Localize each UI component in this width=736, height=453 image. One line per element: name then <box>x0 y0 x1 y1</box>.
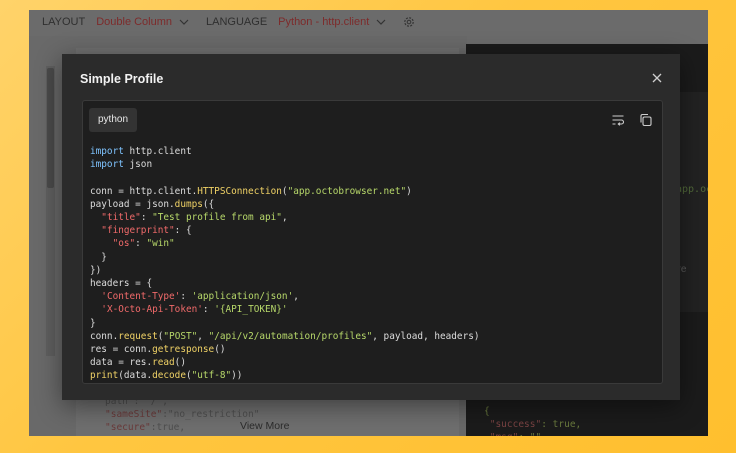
code-token: decode <box>152 370 186 382</box>
layout-label: LAYOUT <box>42 16 86 28</box>
code-token: () <box>214 344 226 356</box>
chevron-down-icon[interactable] <box>375 17 387 27</box>
wrap-lines-icon[interactable] <box>611 113 625 127</box>
code-token: conn. <box>90 330 119 342</box>
code-token: "POST" <box>163 330 198 342</box>
code-token: http.client <box>123 146 192 157</box>
code-token: HTTPSConnection <box>197 185 282 197</box>
code-line: } <box>90 251 480 264</box>
code-block[interactable]: import http.client import json conn = htt… <box>90 145 480 383</box>
code-token: "win" <box>146 238 175 250</box>
language-label: LANGUAGE <box>206 16 268 28</box>
code-token: request <box>118 330 158 342</box>
code-token: : <box>202 304 215 316</box>
code-card: python import http.client import json con… <box>82 100 663 384</box>
close-icon[interactable] <box>650 71 664 85</box>
gear-icon[interactable] <box>403 16 415 28</box>
code-token: json <box>123 159 153 171</box>
code-line: { <box>484 406 490 417</box>
code-line: "success": true, <box>489 419 582 430</box>
code-line: 'X-Octo-Api-Token': '{API_TOKEN}' <box>90 303 480 316</box>
code-token: read <box>152 357 175 369</box>
view-more-button[interactable]: View More <box>240 420 289 432</box>
language-select[interactable]: Python - http.client <box>278 16 369 28</box>
code-line: }) <box>90 264 480 277</box>
code-token: ) <box>406 185 412 197</box>
code-token: : <box>140 212 153 224</box>
code-token: import <box>90 146 124 157</box>
code-token: "app.octobrowser.net" <box>287 185 407 197</box>
code-line: "msg": "", <box>484 431 581 436</box>
code-token: getresponse <box>152 344 215 356</box>
code-line: res = conn.getresponse() <box>90 343 480 356</box>
code-token: "os" <box>112 238 136 250</box>
code-line: conn = http.client.HTTPSConnection("app.… <box>90 185 480 198</box>
code-token: } <box>90 317 96 329</box>
copy-icon[interactable] <box>639 113 653 127</box>
code-token: conn = http.client. <box>90 185 198 197</box>
code-token: : <box>135 238 147 250</box>
code-line: data = res.read() <box>90 356 480 369</box>
code-line: "fingerprint": { <box>90 224 480 237</box>
code-token: "title" <box>101 212 141 224</box>
code-line: "title": "Test profile from api", <box>90 211 480 224</box>
code-token: "/api/v2/automation/profiles" <box>208 330 373 342</box>
code-line: "os": "win" <box>90 237 480 250</box>
code-token: ({ <box>202 198 215 210</box>
code-line: 'Content-Type': 'application/json', <box>90 290 480 303</box>
code-token: () <box>174 357 186 369</box>
code-token: "fingerprint" <box>101 225 175 237</box>
code-token: (data. <box>118 370 153 382</box>
code-token: )) <box>231 370 243 382</box>
code-token: , payload, headers) <box>372 330 480 342</box>
language-tab[interactable]: python <box>89 108 138 132</box>
code-line: "sameSite":"no_restriction" <box>105 409 260 420</box>
chevron-down-icon[interactable] <box>178 17 190 27</box>
code-token: 'application/json' <box>191 291 294 303</box>
code-token: import <box>90 159 124 171</box>
code-token: print <box>90 370 119 382</box>
code-line: import http.client <box>90 145 480 158</box>
code-token: } <box>90 251 107 263</box>
top-toolbar: LAYOUT Double Column LANGUAGE Python - h… <box>29 10 708 34</box>
code-token: : { <box>174 225 192 237</box>
code-token: '{API_TOKEN}' <box>214 304 288 316</box>
code-line: import json <box>90 158 480 171</box>
left-code-snippet: path": "/", "sameSite":"no_restriction" … <box>105 395 259 434</box>
code-token: payload = json. <box>90 198 175 210</box>
code-token: }) <box>90 264 102 276</box>
code-token: : <box>180 291 192 303</box>
layout-select[interactable]: Double Column <box>96 16 172 28</box>
code-line: payload = json.dumps({ <box>90 198 480 211</box>
code-token: "Test profile from api" <box>152 212 282 224</box>
code-token: 'Content-Type' <box>101 291 181 303</box>
code-token: headers = { <box>90 278 153 290</box>
code-line: headers = { <box>90 277 480 290</box>
code-line: "secure":true, <box>105 422 186 433</box>
code-token: data = res. <box>90 357 153 369</box>
code-line: conn.request("POST", "/api/v2/automation… <box>90 330 480 343</box>
scrollbar-thumb[interactable] <box>47 68 54 188</box>
right-code-snippet: { "success": true, "msg": "", <box>484 405 581 436</box>
code-token: dumps <box>174 198 203 210</box>
code-token: res = conn. <box>90 344 153 356</box>
code-token: 'X-Octo-Api-Token' <box>101 304 203 316</box>
code-token: , <box>281 212 288 224</box>
simple-profile-modal: Simple Profile python import http.client… <box>62 54 680 400</box>
code-line: print(data.decode("utf-8")) <box>90 369 480 382</box>
code-token: , <box>197 330 209 342</box>
right-snippet: app.oc <box>676 184 708 195</box>
code-token: , <box>293 291 299 303</box>
code-token: "utf-8" <box>191 370 232 382</box>
modal-title: Simple Profile <box>80 72 164 86</box>
code-line: } <box>90 317 480 330</box>
